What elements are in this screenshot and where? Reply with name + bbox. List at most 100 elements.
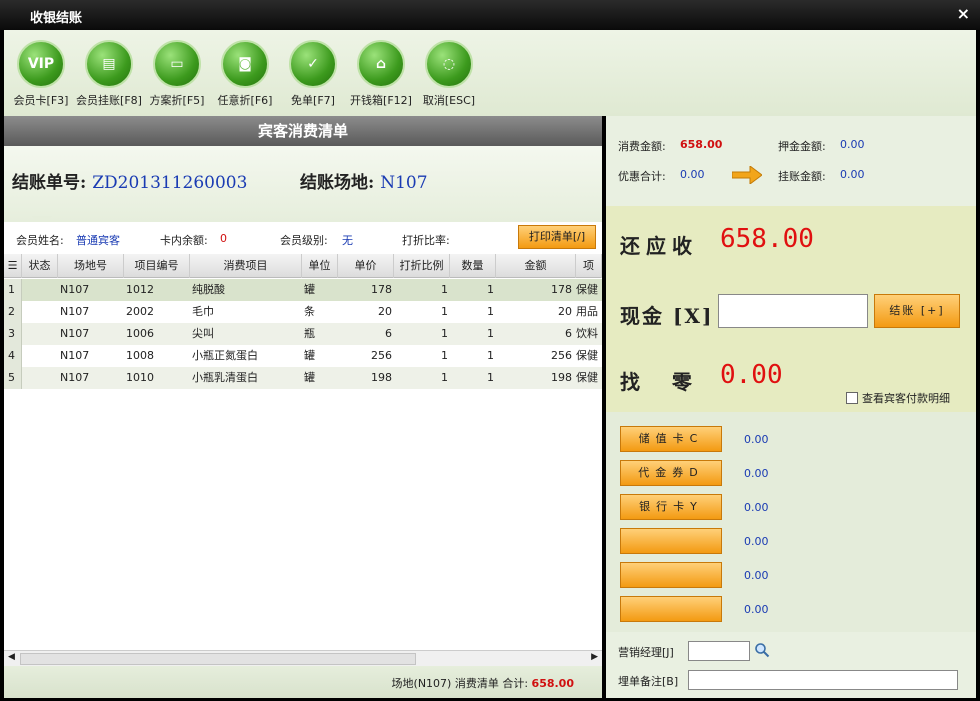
consumption-header: 宾客消费清单 xyxy=(4,116,602,146)
checkout-button[interactable]: 结账 [+] xyxy=(874,294,960,328)
payment-method-button-6[interactable] xyxy=(620,596,722,622)
close-icon[interactable]: × xyxy=(957,4,970,23)
voucher-button[interactable]: 代金券D xyxy=(620,460,722,486)
cell-code: 1010 xyxy=(126,371,154,384)
toolbar: VIP 会员卡[F3] ▤ 会员挂账[F8] ▭ 方案折[F5] ◙ 任意折[F… xyxy=(4,30,976,116)
member-credit-label: 会员挂账[F8] xyxy=(76,94,142,107)
table-footer: 场地(N107) 消费清单 合计: 658.00 xyxy=(4,666,602,698)
table-row[interactable]: 2 N107 2002 毛巾 条 20 1 1 20 用品 xyxy=(4,301,602,323)
member-name-label: 会员姓名: xyxy=(16,234,64,247)
print-list-button[interactable]: 打印清单[/] xyxy=(518,225,596,249)
row-number: 5 xyxy=(4,367,22,389)
col-code[interactable]: 项目编号 xyxy=(124,254,190,278)
member-card-button[interactable]: VIP 会员卡[F3] xyxy=(6,40,76,108)
cell-price: 6 xyxy=(385,327,392,340)
cell-venue: N107 xyxy=(60,305,90,318)
waive-bill-label: 免单[F7] xyxy=(291,94,335,107)
footer-text: 场地(N107) 消费清单 合计: xyxy=(391,677,529,690)
col-qty[interactable]: 数量 xyxy=(450,254,496,278)
stored-value-card-amount: 0.00 xyxy=(744,433,769,446)
cash-input[interactable] xyxy=(718,294,868,328)
checkbox-box[interactable] xyxy=(846,392,858,404)
grid-menu-icon[interactable]: ☰ xyxy=(4,254,22,278)
cell-code: 1006 xyxy=(126,327,154,340)
table-row[interactable]: 5 N107 1010 小瓶乳清蛋白 罐 198 1 1 198 保健 xyxy=(4,367,602,389)
manager-input[interactable] xyxy=(688,641,750,661)
credit-label: 挂账金额: xyxy=(778,170,826,183)
payment-method-amount-4: 0.00 xyxy=(744,535,769,548)
scheme-discount-label: 方案折[F5] xyxy=(149,94,205,107)
cell-qty: 1 xyxy=(487,349,494,362)
scroll-right-icon[interactable]: ▶ xyxy=(591,652,598,662)
open-drawer-button[interactable]: ⌂ 开钱箱[F12] xyxy=(346,40,416,108)
person-icon: ◙ xyxy=(221,40,269,88)
cancel-label: 取消[ESC] xyxy=(422,94,476,107)
cell-discount: 1 xyxy=(441,371,448,384)
cell-unit: 罐 xyxy=(304,349,315,362)
cell-price: 178 xyxy=(371,283,392,296)
payment-method-button-4[interactable] xyxy=(620,528,722,554)
view-payment-detail-checkbox[interactable]: 查看宾客付款明细 xyxy=(846,390,950,406)
venue-value: N107 xyxy=(380,173,428,193)
cancel-button[interactable]: ◌ 取消[ESC] xyxy=(414,40,484,108)
col-status[interactable]: 状态 xyxy=(22,254,58,278)
open-drawer-label: 开钱箱[F12] xyxy=(350,94,412,107)
document-icon: ▤ xyxy=(85,40,133,88)
horizontal-scrollbar[interactable]: ◀ ▶ xyxy=(4,650,602,666)
cell-amount: 256 xyxy=(551,349,572,362)
table-row[interactable]: 3 N107 1006 尖叫 瓶 6 1 1 6 饮料 xyxy=(4,323,602,345)
cell-discount: 1 xyxy=(441,305,448,318)
search-icon[interactable] xyxy=(754,642,770,658)
col-discount[interactable]: 打折比例 xyxy=(394,254,450,278)
remark-input[interactable] xyxy=(688,670,958,690)
bill-number: 结账单号: ZD201311260003 xyxy=(12,168,247,193)
payment-methods: 储值卡C 0.00 代金券D 0.00 银行卡Y 0.00 0.00 0.00 … xyxy=(606,418,976,630)
bill-info: 结账单号: ZD201311260003 结账场地: N107 xyxy=(4,146,602,222)
row-number: 1 xyxy=(4,279,22,301)
scheme-discount-button[interactable]: ▭ 方案折[F5] xyxy=(142,40,212,108)
arrow-right-icon xyxy=(732,166,762,184)
bill-extra: 营销经理[J] 埋单备注[B] xyxy=(606,632,976,698)
cell-unit: 罐 xyxy=(304,283,315,296)
due-label: 还应收 xyxy=(620,234,698,258)
consumption-table: ☰ 状态 场地号 项目编号 消费项目 单位 单价 打折比例 数量 金额 项 1 … xyxy=(4,254,602,650)
cell-item: 纯脱酸 xyxy=(192,283,225,296)
consume-value: 658.00 xyxy=(680,138,723,151)
checkout-venue: 结账场地: N107 xyxy=(300,168,428,193)
payment-method-button-5[interactable] xyxy=(620,562,722,588)
deposit-value: 0.00 xyxy=(840,138,865,151)
col-venue[interactable]: 场地号 xyxy=(58,254,124,278)
bank-card-amount: 0.00 xyxy=(744,501,769,514)
col-item[interactable]: 消费项目 xyxy=(190,254,302,278)
free-discount-label: 任意折[F6] xyxy=(217,94,273,107)
waive-bill-button[interactable]: ✓ 免单[F7] xyxy=(278,40,348,108)
card-balance-label: 卡内余额: xyxy=(160,234,208,247)
col-price[interactable]: 单价 xyxy=(338,254,394,278)
window-icon: ▭ xyxy=(153,40,201,88)
col-amount[interactable]: 金额 xyxy=(496,254,576,278)
cell-qty: 1 xyxy=(487,327,494,340)
col-unit[interactable]: 单位 xyxy=(302,254,338,278)
cell-discount: 1 xyxy=(441,283,448,296)
free-discount-button[interactable]: ◙ 任意折[F6] xyxy=(210,40,280,108)
scroll-left-icon[interactable]: ◀ xyxy=(8,652,15,662)
member-level-label: 会员级别: xyxy=(280,234,328,247)
table-row[interactable]: 1 N107 1012 纯脱酸 罐 178 1 1 178 保健 xyxy=(4,279,602,301)
cell-amount: 178 xyxy=(551,283,572,296)
member-credit-button[interactable]: ▤ 会员挂账[F8] xyxy=(74,40,144,108)
voucher-amount: 0.00 xyxy=(744,467,769,480)
col-category[interactable]: 项 xyxy=(576,254,602,278)
cell-qty: 1 xyxy=(487,283,494,296)
bank-card-button[interactable]: 银行卡Y xyxy=(620,494,722,520)
cell-item: 小瓶乳清蛋白 xyxy=(192,371,258,384)
table-row[interactable]: 4 N107 1008 小瓶正氮蛋白 罐 256 1 1 256 保健 xyxy=(4,345,602,367)
cell-category: 用品 xyxy=(576,305,598,318)
stored-value-card-button[interactable]: 储值卡C xyxy=(620,426,722,452)
consumption-panel: 宾客消费清单 结账单号: ZD201311260003 结账场地: N107 会… xyxy=(4,116,602,698)
discount-total-label: 优惠合计: xyxy=(618,170,666,183)
cell-category: 保健 xyxy=(576,283,598,296)
venue-label: 结账场地: xyxy=(300,173,375,193)
manager-label: 营销经理[J] xyxy=(618,646,674,659)
scrollbar-thumb[interactable] xyxy=(20,653,416,665)
cell-qty: 1 xyxy=(487,305,494,318)
